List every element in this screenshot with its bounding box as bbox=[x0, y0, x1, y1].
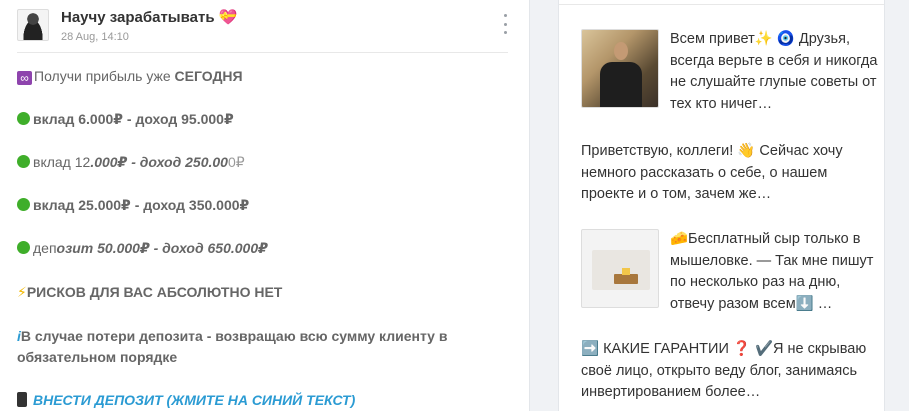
green-circle-icon bbox=[17, 155, 30, 168]
risk-line: ⚡РИСКОВ ДЛЯ ВАС АБСОЛЮТНО НЕТ bbox=[17, 284, 283, 300]
lightning-icon: ⚡ bbox=[17, 284, 27, 300]
post-date: 28 Aug, 14:10 bbox=[61, 31, 129, 43]
divider bbox=[17, 52, 508, 53]
green-circle-icon bbox=[17, 241, 30, 254]
related-post-3[interactable]: 🧀Бесплатный сыр только в мышеловке. — Та… bbox=[670, 229, 875, 315]
refund-line: iВ случае потери депозита - возвращаю вс… bbox=[17, 328, 448, 365]
related-post-2[interactable]: Приветствую, коллеги! 👋 Сейчас хочу немн… bbox=[581, 141, 881, 206]
author-avatar[interactable] bbox=[17, 9, 49, 41]
deposit-link[interactable]: ВНЕСТИ ДЕПОЗИТ (ЖМИТЕ НА СИНИЙ ТЕКСТ) bbox=[33, 392, 355, 408]
post-card: Научу зарабатывать 💝 28 Aug, 14:10 ∞ Полу… bbox=[0, 0, 530, 411]
related-posts-sidebar: Всем привет✨ 🧿 Друзья, всегда верьте в с… bbox=[558, 0, 885, 411]
deposit-line: ВНЕСТИ ДЕПОЗИТ (ЖМИТЕ НА СИНИЙ ТЕКСТ) bbox=[17, 392, 355, 408]
author-name[interactable]: Научу зарабатывать 💝 bbox=[61, 8, 237, 26]
related-post-4[interactable]: ➡️ КАКИЕ ГАРАНТИИ ❓ ✔️Я не скрываю своё … bbox=[581, 339, 881, 404]
intro-line: ∞ Получи прибыль уже СЕГОДНЯ bbox=[17, 68, 243, 85]
sidebar-header bbox=[559, 0, 884, 5]
related-post-thumbnail[interactable] bbox=[581, 229, 659, 308]
green-circle-icon bbox=[17, 198, 30, 211]
more-options-icon[interactable] bbox=[498, 14, 512, 34]
related-post-thumbnail[interactable] bbox=[581, 29, 659, 108]
phone-icon bbox=[17, 392, 27, 407]
offer-line-3: вклад 25.000₽ - доход 350.000₽ bbox=[17, 197, 249, 214]
offer-line-4: депозит 50.000₽ - доход 650.000₽ bbox=[17, 240, 268, 257]
offer-line-1: вклад 6.000₽ - доход 95.000₽ bbox=[17, 111, 234, 128]
offer-line-2: вклад 12.000₽ - доход 250.000₽ bbox=[17, 154, 245, 171]
infinity-icon: ∞ bbox=[17, 71, 32, 85]
green-circle-icon bbox=[17, 112, 30, 125]
related-post-1[interactable]: Всем привет✨ 🧿 Друзья, всегда верьте в с… bbox=[670, 29, 880, 115]
